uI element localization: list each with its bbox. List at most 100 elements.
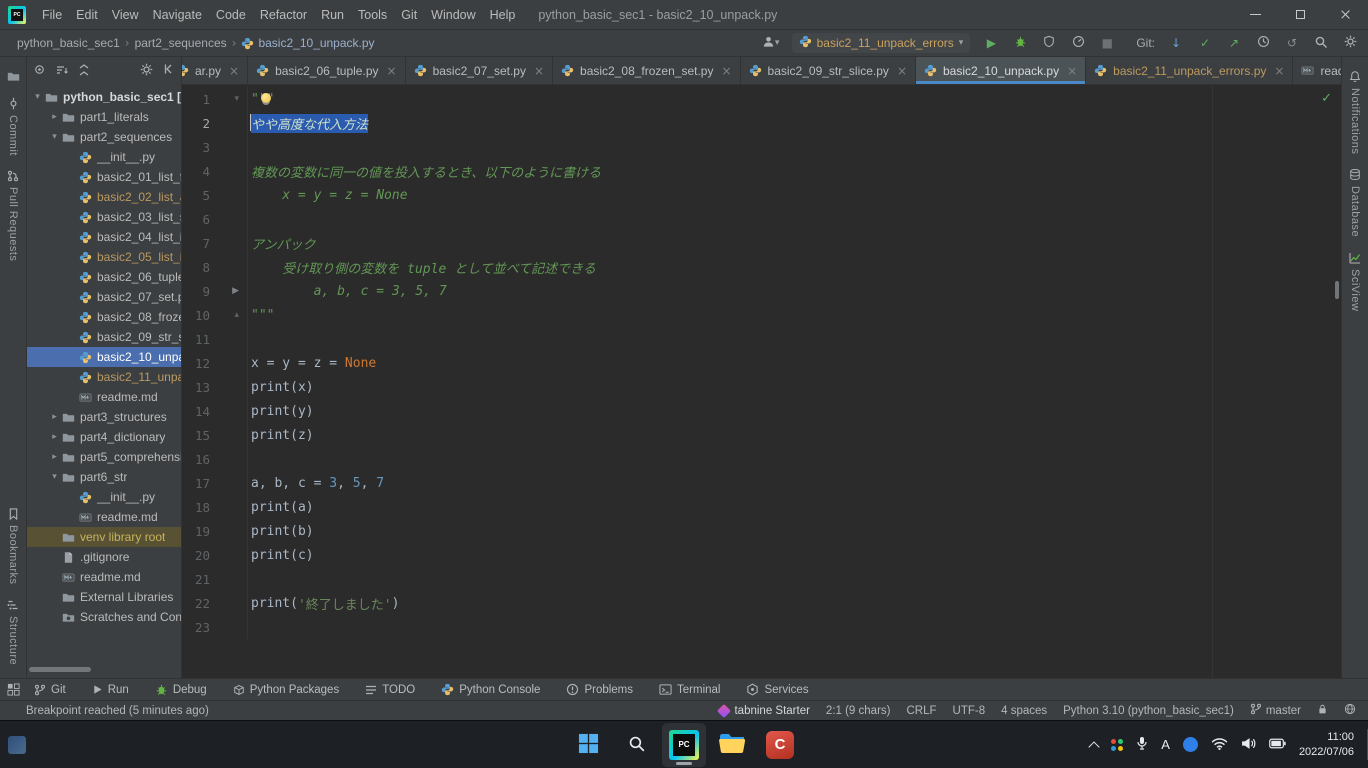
- line-number[interactable]: 21: [182, 572, 210, 587]
- code-text[interactable]: 複数の変数に同一の値を投入するとき、以下のように書ける: [248, 159, 601, 183]
- user-button[interactable]: ▾: [761, 33, 781, 53]
- run-button[interactable]: ▶: [981, 33, 1001, 53]
- line-number[interactable]: 19: [182, 524, 210, 539]
- fold-up-icon[interactable]: ▴: [234, 310, 239, 320]
- settings-button[interactable]: [1340, 33, 1360, 53]
- tool-stripe-button-structure[interactable]: Structure: [7, 592, 19, 672]
- tree-item[interactable]: basic2_04_list_in_list.py: [27, 227, 181, 247]
- search-everywhere-button[interactable]: [1311, 33, 1331, 53]
- lock-icon[interactable]: [1317, 703, 1328, 718]
- menu-item-run[interactable]: Run: [314, 0, 351, 29]
- volume-icon[interactable]: [1241, 737, 1256, 753]
- tool-stripe-button-database[interactable]: Database: [1349, 161, 1361, 244]
- code-text[interactable]: アンパック: [248, 231, 315, 255]
- line-number[interactable]: 2: [182, 116, 210, 131]
- code-text[interactable]: print(z): [248, 423, 314, 447]
- tree-item[interactable]: Scratches and Consoles: [27, 607, 181, 627]
- file-encoding[interactable]: UTF-8: [953, 705, 986, 717]
- menu-item-file[interactable]: File: [35, 0, 69, 29]
- tree-item[interactable]: __init__.py: [27, 487, 181, 507]
- tree-item[interactable]: basic2_08_frozen_set.p: [27, 307, 181, 327]
- toolwindow-button-services[interactable]: Services: [746, 683, 808, 696]
- code-text[interactable]: [248, 135, 251, 159]
- line-number[interactable]: 10: [182, 308, 210, 323]
- editor-tab[interactable]: ar.py×: [182, 57, 248, 84]
- menu-item-window[interactable]: Window: [424, 0, 482, 29]
- editor-tab[interactable]: basic2_08_frozen_set.py×: [553, 57, 741, 84]
- tray-chevron-up-icon[interactable]: [1089, 741, 1100, 752]
- intention-bulb-icon[interactable]: [261, 93, 271, 103]
- tab-close-icon[interactable]: ×: [387, 64, 397, 78]
- coverage-button[interactable]: [1039, 33, 1059, 53]
- chevron-down-icon[interactable]: ▾: [32, 92, 43, 102]
- code-text[interactable]: 受け取り側の変数を tuple として並べて記述できる: [248, 255, 596, 279]
- tree-item[interactable]: basic2_06_tuple.py: [27, 267, 181, 287]
- tree-item[interactable]: ▸part4_dictionary: [27, 427, 181, 447]
- line-number[interactable]: 1: [182, 92, 210, 107]
- tab-close-icon[interactable]: ×: [721, 64, 731, 78]
- ime-indicator[interactable]: A: [1161, 737, 1170, 752]
- chevron-right-icon[interactable]: ▸: [49, 412, 60, 422]
- line-number[interactable]: 11: [182, 332, 210, 347]
- chevron-down-icon[interactable]: ▾: [49, 472, 60, 482]
- line-number[interactable]: 5: [182, 188, 210, 203]
- code-text[interactable]: [248, 615, 251, 639]
- debug-button[interactable]: [1010, 33, 1030, 53]
- code-text[interactable]: x = y = z = None: [248, 351, 376, 375]
- line-number[interactable]: 20: [182, 548, 210, 563]
- git-push-button[interactable]: ↗: [1224, 33, 1244, 53]
- rollback-button[interactable]: ↺: [1282, 33, 1302, 53]
- tree-item[interactable]: __init__.py: [27, 147, 181, 167]
- tool-stripe-button-folder[interactable]: [7, 63, 20, 90]
- tree-item[interactable]: External Libraries: [27, 587, 181, 607]
- line-number[interactable]: 15: [182, 428, 210, 443]
- code-text[interactable]: [248, 447, 251, 471]
- code-text[interactable]: やや高度な代入方法: [248, 111, 368, 135]
- tab-close-icon[interactable]: ×: [534, 64, 544, 78]
- tab-close-icon[interactable]: ×: [897, 64, 907, 78]
- menu-item-code[interactable]: Code: [209, 0, 253, 29]
- tree-item[interactable]: basic2_02_list_append.: [27, 187, 181, 207]
- inspection-status-icon[interactable]: ✓: [1321, 92, 1332, 105]
- toolwindow-button-terminal[interactable]: Terminal: [659, 683, 720, 696]
- git-update-button[interactable]: ↓: [1166, 33, 1186, 53]
- menu-item-view[interactable]: View: [105, 0, 146, 29]
- editor-tab[interactable]: basic2_11_unpack_errors.py×: [1086, 57, 1293, 84]
- tool-stripe-button-notifications[interactable]: Notifications: [1349, 63, 1361, 161]
- sort-icon[interactable]: [56, 64, 68, 79]
- tray-colorful-icon[interactable]: [1111, 739, 1123, 751]
- tool-stripe-button-commit[interactable]: Commit: [7, 90, 20, 163]
- code-text[interactable]: a, b, c = 3, 5, 7: [248, 279, 447, 303]
- line-number[interactable]: 12: [182, 356, 210, 371]
- code-text[interactable]: print('終了しました'): [248, 591, 399, 615]
- code-text[interactable]: [248, 567, 251, 591]
- stripe-toggle-icon[interactable]: [7, 683, 20, 699]
- tree-item[interactable]: readme.md: [27, 387, 181, 407]
- tree-item[interactable]: basic2_07_set.py: [27, 287, 181, 307]
- editor-tab[interactable]: basic2_06_tuple.py×: [248, 57, 405, 84]
- gutter-arrow-icon[interactable]: ▶: [232, 286, 239, 296]
- code-editor[interactable]: ✓ 1▾"""2やや高度な代入方法34複数の変数に同一の値を投入するとき、以下の…: [182, 85, 1341, 678]
- tree-item[interactable]: basic2_03_list_slice.py: [27, 207, 181, 227]
- fold-down-icon[interactable]: ▾: [234, 94, 239, 104]
- menu-item-edit[interactable]: Edit: [69, 0, 105, 29]
- line-number[interactable]: 17: [182, 476, 210, 491]
- code-text[interactable]: """: [248, 87, 274, 111]
- toolwindow-button-problems[interactable]: Problems: [566, 683, 633, 696]
- breadcrumb-item[interactable]: python_basic_sec1: [14, 36, 123, 50]
- indent-setting[interactable]: 4 spaces: [1001, 705, 1047, 717]
- tree-item[interactable]: readme.md: [27, 567, 181, 587]
- tree-item[interactable]: basic2_05_list_in_list_v: [27, 247, 181, 267]
- toolwindow-button-python-console[interactable]: Python Console: [441, 683, 540, 696]
- code-text[interactable]: print(c): [248, 543, 314, 567]
- locate-file-icon[interactable]: [33, 63, 46, 79]
- tree-item[interactable]: ▸part5_comprehension: [27, 447, 181, 467]
- caret-position[interactable]: 2:1 (9 chars): [826, 705, 891, 717]
- tab-close-icon[interactable]: ×: [1274, 64, 1284, 78]
- wifi-icon[interactable]: [1211, 737, 1228, 753]
- toolwindow-button-todo[interactable]: TODO: [365, 684, 415, 696]
- code-text[interactable]: [248, 327, 251, 351]
- menu-item-refactor[interactable]: Refactor: [253, 0, 314, 29]
- globe-icon[interactable]: [1344, 703, 1356, 718]
- tree-item[interactable]: basic2_11_unpack_erro: [27, 367, 181, 387]
